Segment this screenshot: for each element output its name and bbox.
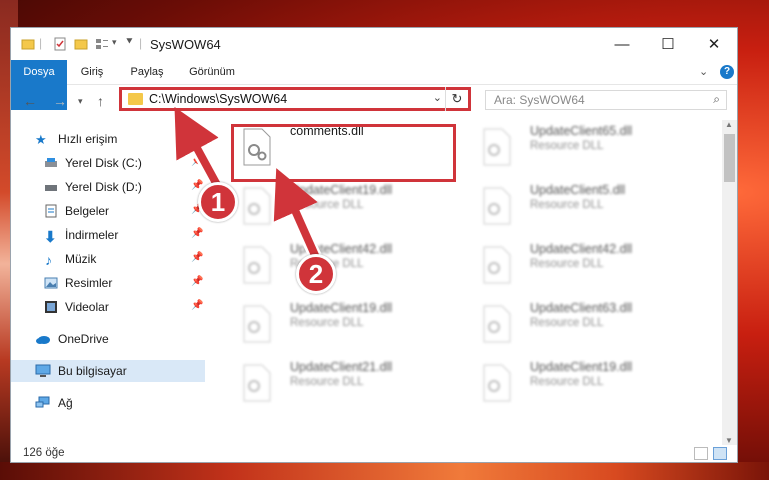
step-badge-2: 2 [296, 254, 336, 294]
tutorial-arrows [174, 106, 324, 265]
step-badge-1: 1 [198, 182, 238, 222]
